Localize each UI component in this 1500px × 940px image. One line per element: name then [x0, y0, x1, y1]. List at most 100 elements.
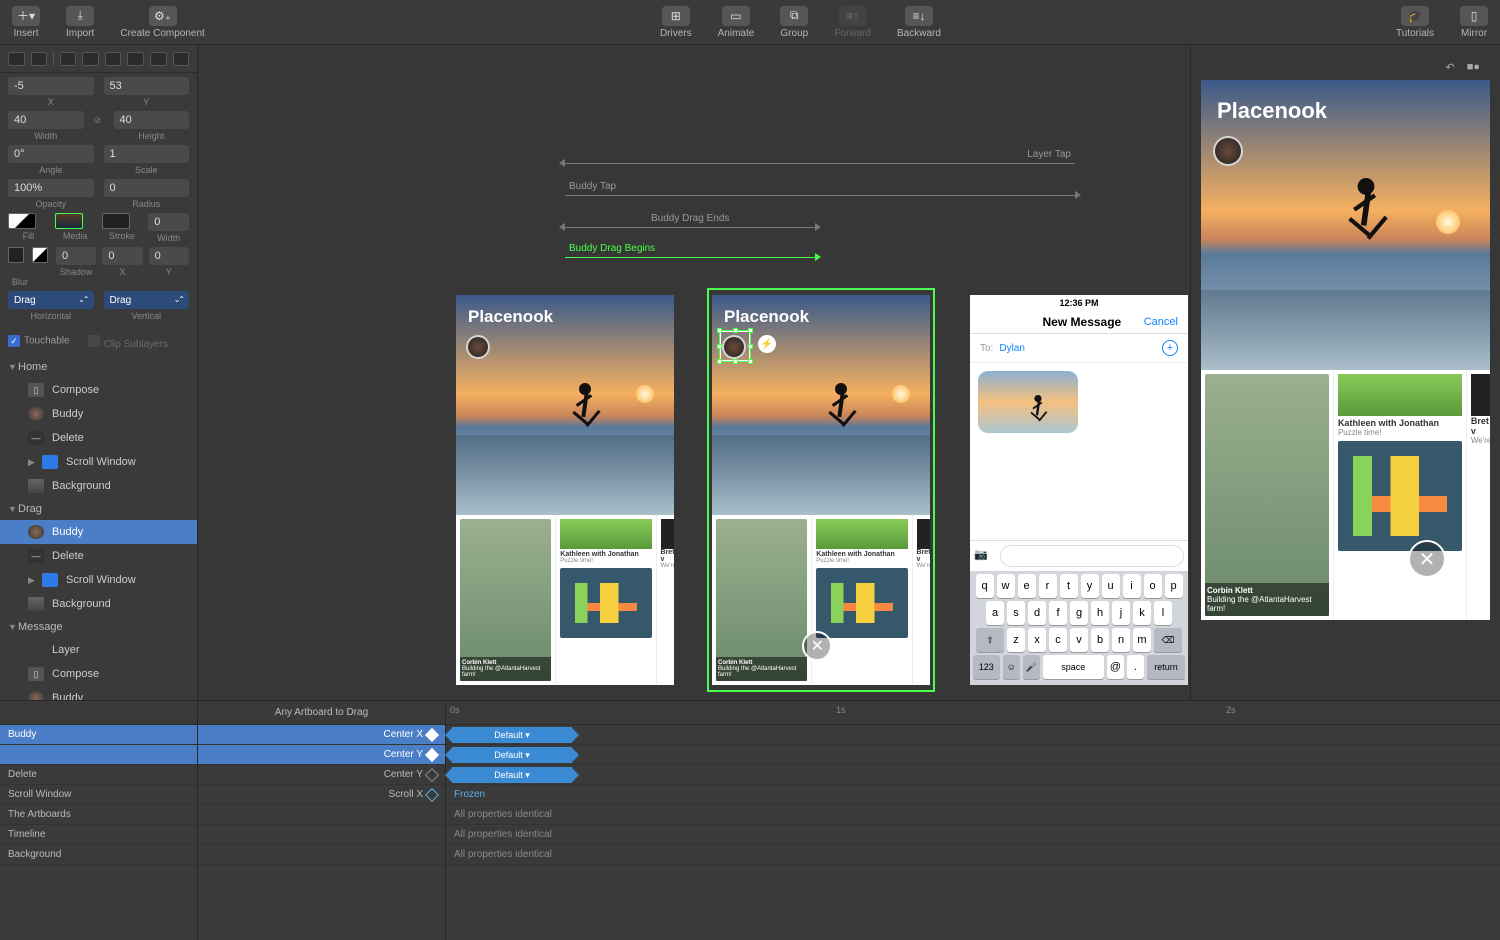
layer-home-compose[interactable]: ▯Compose: [0, 378, 197, 402]
radius-input[interactable]: 0: [104, 179, 190, 197]
scroll-v-select[interactable]: Drag: [104, 291, 190, 309]
artboard-home[interactable]: Placenook Corbin KlettBuilding the @Atla…: [456, 295, 674, 685]
layer-message-compose[interactable]: ▯Compose: [0, 662, 197, 686]
alignment-toolbar: [0, 45, 197, 73]
layer-group-message[interactable]: ▼Message: [0, 616, 197, 638]
easing-chip[interactable]: Default ▾: [452, 767, 572, 783]
shadow-input[interactable]: 0: [56, 247, 96, 265]
drivers-button[interactable]: ⊞ Drivers: [656, 4, 696, 41]
artboard-drag[interactable]: Placenook ⚡ Corbin KlettBuilding the @At…: [712, 295, 930, 685]
canvas[interactable]: Layer Tap Buddy Tap Buddy Drag Ends Budd…: [198, 45, 1190, 700]
import-button[interactable]: ⤓ Import: [62, 4, 98, 41]
backspace-key: ⌫: [1154, 628, 1182, 652]
align-vcenter-icon[interactable]: [150, 52, 167, 66]
x-input[interactable]: -5: [8, 77, 94, 95]
blur-x-input[interactable]: 0: [102, 247, 142, 265]
nav-title: New Message: [1043, 315, 1122, 329]
key-w: w: [997, 574, 1015, 598]
emoji-key: ☺: [1003, 655, 1020, 679]
opacity-input[interactable]: 100%: [8, 179, 94, 197]
layer-message-buddy[interactable]: Buddy: [0, 686, 197, 700]
key-t: t: [1060, 574, 1078, 598]
align-hcenter-icon[interactable]: [31, 52, 48, 66]
animate-button[interactable]: ▭ Animate: [714, 4, 759, 41]
status-bar-time: 12:36 PM: [970, 295, 1188, 311]
scale-input[interactable]: 1: [104, 145, 190, 163]
keyframe-icon[interactable]: [425, 727, 439, 741]
align-left-icon[interactable]: [8, 52, 25, 66]
layer-drag-background[interactable]: Background: [0, 592, 197, 616]
height-input[interactable]: 40: [114, 111, 190, 129]
tl-row-delete[interactable]: Delete: [0, 765, 197, 785]
lock-icon[interactable]: ⊘: [94, 111, 104, 141]
touchable-checkbox[interactable]: ✓Touchable: [8, 335, 70, 350]
tutorials-button[interactable]: 🎓 Tutorials: [1392, 4, 1438, 41]
avatar-icon: [28, 691, 44, 700]
undo-icon[interactable]: ↶: [1445, 61, 1454, 74]
lightning-icon[interactable]: ⚡: [758, 335, 776, 353]
keyframe-icon[interactable]: [425, 767, 439, 781]
tl-row-scroll[interactable]: Scroll Window: [0, 785, 197, 805]
key-r: r: [1039, 574, 1057, 598]
key-e: e: [1018, 574, 1036, 598]
buddy-avatar: [1213, 136, 1243, 166]
tl-row-buddy[interactable]: Buddy: [0, 725, 197, 745]
backward-icon: ≡↓: [905, 6, 933, 26]
mirror-icon: ▯: [1460, 6, 1488, 26]
fill-swatch[interactable]: [8, 213, 36, 229]
y-input[interactable]: 53: [104, 77, 190, 95]
create-component-button[interactable]: ⚙₊ Create Component: [116, 4, 209, 41]
key-b: b: [1091, 628, 1109, 652]
stroke-swatch[interactable]: [102, 213, 130, 229]
layer-group-drag[interactable]: ▼Drag: [0, 498, 197, 520]
tl-row-background[interactable]: Background: [0, 845, 197, 865]
easing-chip[interactable]: Default ▾: [452, 747, 572, 763]
insert-button[interactable]: ＋▾ Insert: [8, 4, 44, 41]
align-center-icon[interactable]: [82, 52, 99, 66]
stroke-width-input[interactable]: 0: [148, 213, 189, 231]
tl-row-artboards[interactable]: The Artboards: [0, 805, 197, 825]
timeline-tracks[interactable]: 0s 1s 2s Default ▾ Default ▾ Default ▾ F…: [446, 701, 1500, 940]
layer-drag-buddy[interactable]: Buddy: [0, 520, 197, 544]
key-l: l: [1154, 601, 1172, 625]
backward-button[interactable]: ≡↓ Backward: [893, 4, 945, 41]
device-preview[interactable]: Placenook Corbin KlettBuilding the @Atla…: [1201, 80, 1490, 620]
key-o: o: [1144, 574, 1162, 598]
keyframe-icon[interactable]: [425, 747, 439, 761]
artboard-message[interactable]: 12:36 PM New Message Cancel To: Dylan + …: [970, 295, 1188, 685]
keyframe-frozen-icon[interactable]: [425, 787, 439, 801]
video-icon[interactable]: ■●: [1467, 61, 1480, 74]
blur-y-input[interactable]: 0: [149, 247, 189, 265]
scroll-h-select[interactable]: Drag: [8, 291, 94, 309]
selection-handles[interactable]: ⚡: [720, 331, 750, 361]
layer-home-buddy[interactable]: Buddy: [0, 402, 197, 426]
easing-chip[interactable]: Default ▾: [452, 727, 572, 743]
align-right-icon[interactable]: [105, 52, 122, 66]
preview-panel: ↶ ■● Placenook Corbin KlettBuilding the …: [1190, 45, 1500, 700]
media-swatch[interactable]: [55, 213, 83, 229]
layer-drag-delete[interactable]: —Delete: [0, 544, 197, 568]
clip-checkbox[interactable]: Clip Sublayers: [88, 335, 168, 350]
drivers-icon: ⊞: [662, 6, 690, 26]
layer-home-scroll[interactable]: ▶Scroll Window: [0, 450, 197, 474]
shadow-swatch[interactable]: [8, 247, 24, 263]
group-button[interactable]: ⧉ Group: [776, 4, 812, 41]
close-x-icon: ✕: [1408, 540, 1446, 578]
layer-home-delete[interactable]: —Delete: [0, 426, 197, 450]
group-icon: ⧉: [780, 6, 808, 26]
frozen-label: Frozen: [446, 785, 1500, 805]
width-input[interactable]: 40: [8, 111, 84, 129]
layer-drag-scroll[interactable]: ▶Scroll Window: [0, 568, 197, 592]
align-left2-icon[interactable]: [60, 52, 77, 66]
align-bottom-icon[interactable]: [173, 52, 190, 66]
align-top-icon[interactable]: [127, 52, 144, 66]
tl-row-timeline[interactable]: Timeline: [0, 825, 197, 845]
shadow-swatch2[interactable]: [32, 247, 48, 263]
tl-row-buddy2[interactable]: [0, 745, 197, 765]
layer-home-background[interactable]: Background: [0, 474, 197, 498]
layer-message-layer[interactable]: Layer: [0, 638, 197, 662]
avatar-icon: [28, 407, 44, 421]
mirror-button[interactable]: ▯ Mirror: [1456, 4, 1492, 41]
angle-input[interactable]: 0°: [8, 145, 94, 163]
layer-group-home[interactable]: ▼Home: [0, 356, 197, 378]
